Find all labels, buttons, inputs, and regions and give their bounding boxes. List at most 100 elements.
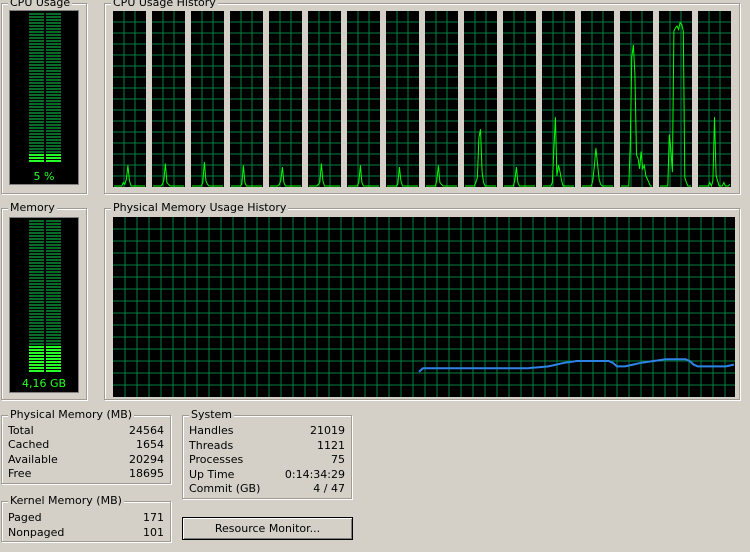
cpu-usage-segment xyxy=(46,13,61,15)
memory-segment xyxy=(29,250,44,252)
memory-segment xyxy=(46,253,61,255)
physical-memory-cached-value: 1654 xyxy=(136,438,164,451)
cpu-usage-segment xyxy=(46,79,61,81)
cpu-usage-meter: 5 % xyxy=(9,10,79,185)
physical-memory-cached-row: Cached 1654 xyxy=(8,438,164,452)
memory-segment xyxy=(29,355,44,357)
cpu-usage-segment xyxy=(46,157,61,159)
memory-segment xyxy=(29,331,44,333)
cpu-core-graph xyxy=(269,11,302,187)
memory-segment xyxy=(29,328,44,330)
memory-segment xyxy=(29,358,44,360)
physical-memory-free-value: 18695 xyxy=(129,467,164,480)
memory-segment xyxy=(29,367,44,369)
cpu-usage-segment xyxy=(46,139,61,141)
cpu-core-svg xyxy=(698,11,731,188)
memory-segment xyxy=(46,316,61,318)
cpu-usage-segment xyxy=(46,118,61,120)
cpu-usage-value: 5 % xyxy=(33,170,55,183)
cpu-core-svg xyxy=(620,11,653,187)
memory-segment xyxy=(29,223,44,225)
cpu-usage-segment xyxy=(46,46,61,48)
cpu-usage-segment xyxy=(29,106,44,108)
memory-segment xyxy=(46,262,61,264)
memory-segment xyxy=(29,340,44,342)
system-processes-row: Processes 75 xyxy=(189,453,345,467)
memory-segment xyxy=(46,244,61,246)
system-title: System xyxy=(189,408,235,422)
physical-memory-free-label: Free xyxy=(8,467,32,480)
memory-segment xyxy=(46,361,61,363)
cpu-usage-segment xyxy=(46,103,61,105)
memory-segment xyxy=(46,229,61,231)
kernel-memory-nonpaged-label: Nonpaged xyxy=(8,526,65,539)
memory-segment xyxy=(29,289,44,291)
memory-segment xyxy=(46,280,61,282)
memory-segment xyxy=(46,301,61,303)
kernel-memory-paged-row: Paged 171 xyxy=(8,511,164,525)
memory-segment xyxy=(29,334,44,336)
memory-segment xyxy=(46,235,61,237)
kernel-memory-title: Kernel Memory (MB) xyxy=(8,494,124,508)
system-group: System Handles 21019 Threads 1121 Proces… xyxy=(182,408,352,499)
memory-segment xyxy=(46,286,61,288)
memory-segment xyxy=(46,274,61,276)
memory-segment xyxy=(29,229,44,231)
memory-history-group: Physical Memory Usage History xyxy=(104,201,740,400)
memory-segment xyxy=(46,238,61,240)
cpu-usage-segment xyxy=(46,115,61,117)
memory-segment xyxy=(46,283,61,285)
cpu-usage-segment xyxy=(46,112,61,114)
cpu-core-svg xyxy=(659,11,692,187)
cpu-usage-segment xyxy=(46,100,61,102)
cpu-usage-segment xyxy=(29,130,44,132)
memory-segment xyxy=(29,313,44,315)
cpu-usage-segment xyxy=(46,28,61,30)
physical-memory-available-row: Available 20294 xyxy=(8,453,164,467)
kernel-memory-group: Kernel Memory (MB) Paged 171 Nonpaged 10… xyxy=(1,494,171,542)
cpu-core-usage-line xyxy=(465,129,496,187)
memory-segment xyxy=(46,256,61,258)
cpu-core-svg xyxy=(269,11,302,187)
system-threads-label: Threads xyxy=(189,439,234,452)
memory-segment xyxy=(46,322,61,324)
system-threads-row: Threads 1121 xyxy=(189,439,345,453)
cpu-usage-group: CPU Usage 5 % xyxy=(1,0,87,194)
cpu-usage-segment xyxy=(29,112,44,114)
system-uptime-label: Up Time xyxy=(189,468,235,481)
cpu-core-svg xyxy=(425,11,458,187)
cpu-core-graph xyxy=(152,11,185,187)
cpu-history-group: CPU Usage History xyxy=(104,0,740,194)
system-handles-label: Handles xyxy=(189,424,234,437)
cpu-usage-segment xyxy=(29,160,44,162)
memory-segment xyxy=(29,325,44,327)
cpu-core-graph xyxy=(542,11,575,187)
system-processes-label: Processes xyxy=(189,453,244,466)
memory-segment xyxy=(46,319,61,321)
cpu-usage-segment xyxy=(29,145,44,147)
cpu-usage-segment xyxy=(29,97,44,99)
memory-segment xyxy=(29,283,44,285)
memory-segment xyxy=(46,346,61,348)
cpu-usage-segment xyxy=(29,94,44,96)
memory-segment xyxy=(29,271,44,273)
cpu-core-graph xyxy=(698,11,731,188)
cpu-usage-segment xyxy=(29,142,44,144)
cpu-usage-segment xyxy=(46,148,61,150)
cpu-usage-segment xyxy=(29,16,44,18)
memory-segment xyxy=(29,295,44,297)
memory-segment xyxy=(29,370,44,372)
cpu-usage-segment xyxy=(29,31,44,33)
kernel-memory-paged-value: 171 xyxy=(143,511,164,524)
memory-segment xyxy=(29,274,44,276)
physical-memory-group: Physical Memory (MB) Total 24564 Cached … xyxy=(1,408,171,484)
system-commit-row: Commit (GB) 4 / 47 xyxy=(189,482,345,496)
memory-segment xyxy=(29,301,44,303)
resource-monitor-button[interactable]: Resource Monitor... xyxy=(182,517,353,540)
cpu-usage-segment xyxy=(29,154,44,156)
memory-segment xyxy=(29,286,44,288)
memory-segment xyxy=(46,298,61,300)
memory-segment xyxy=(46,277,61,279)
memory-segment xyxy=(29,346,44,348)
cpu-usage-segment xyxy=(29,73,44,75)
